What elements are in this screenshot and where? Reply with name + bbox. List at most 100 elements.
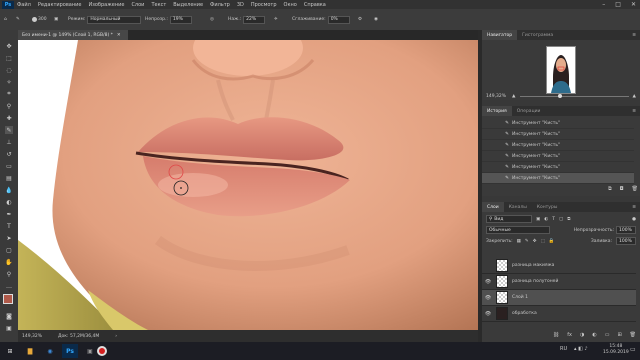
opacity-field[interactable]: 19% bbox=[169, 15, 192, 24]
type-tool-icon[interactable]: T bbox=[5, 222, 13, 230]
layer-style-icon[interactable]: fx bbox=[567, 332, 572, 340]
close-tab-icon[interactable]: ✕ bbox=[117, 33, 121, 38]
brush-preset-picker[interactable]: 300 bbox=[32, 16, 47, 23]
gradient-tool-icon[interactable]: ▤ bbox=[5, 174, 13, 182]
stamp-tool-icon[interactable]: ⊥ bbox=[5, 138, 13, 146]
blend-mode-select[interactable]: Обычные bbox=[486, 226, 550, 234]
airbrush-icon[interactable]: ✈ bbox=[274, 16, 278, 23]
layer-name[interactable]: разница макияжа bbox=[512, 263, 554, 268]
clock[interactable]: 15:48 15.09.2019 bbox=[603, 344, 629, 356]
start-icon[interactable]: ⊞ bbox=[2, 344, 18, 358]
panel-menu-icon[interactable]: ≡ bbox=[632, 33, 636, 38]
history-brush-tool-icon[interactable]: ↺ bbox=[5, 150, 13, 158]
layer-filter-select[interactable]: ⚲ Вид bbox=[486, 215, 532, 223]
move-tool-icon[interactable]: ✥ bbox=[5, 42, 13, 50]
language-indicator[interactable]: RU bbox=[560, 346, 567, 352]
record-icon[interactable] bbox=[94, 344, 110, 358]
tab-history[interactable]: История bbox=[482, 106, 512, 116]
crop-tool-icon[interactable]: ⌗ bbox=[5, 90, 13, 98]
path-select-tool-icon[interactable]: ➤ bbox=[5, 234, 13, 242]
blur-tool-icon[interactable]: 💧 bbox=[5, 186, 13, 194]
history-item[interactable]: ✎ Инструмент "Кисть" bbox=[482, 162, 634, 173]
filter-smart-icon[interactable]: ⧉ bbox=[567, 216, 570, 222]
quick-mask-icon[interactable]: ◙ bbox=[5, 312, 13, 320]
lock-pixels-icon[interactable]: ✎ bbox=[525, 239, 529, 244]
tab-channels[interactable]: Каналы bbox=[504, 202, 532, 212]
lasso-tool-icon[interactable]: ◌ bbox=[5, 66, 13, 74]
file-explorer-icon[interactable]: ▇ bbox=[22, 344, 38, 358]
tab-navigator[interactable]: Навигатор bbox=[482, 30, 518, 40]
filter-shape-icon[interactable]: ▢ bbox=[559, 217, 563, 222]
new-document-from-state-icon[interactable]: ⧉ bbox=[608, 186, 612, 195]
delete-state-icon[interactable]: 🗑 bbox=[632, 186, 638, 195]
layer-opacity-field[interactable]: 100% bbox=[616, 226, 636, 234]
status-arrow-icon[interactable]: › bbox=[115, 334, 117, 339]
smoothing-field[interactable]: 0% bbox=[327, 15, 350, 24]
history-item[interactable]: ✎ Инструмент "Кисть" bbox=[482, 151, 634, 162]
filter-pixel-icon[interactable]: ▣ bbox=[536, 217, 540, 222]
eye-icon[interactable]: 👁 bbox=[482, 295, 494, 301]
snapshot-icon[interactable]: ◘ bbox=[620, 186, 624, 195]
dodge-tool-icon[interactable]: ◐ bbox=[5, 198, 13, 206]
smoothing-settings-icon[interactable]: ⚙ bbox=[358, 16, 362, 23]
history-item[interactable]: ✎ Инструмент "Кисть" bbox=[482, 140, 634, 151]
menu-file[interactable]: Файл bbox=[17, 2, 31, 8]
zoom-slider-thumb[interactable] bbox=[557, 93, 562, 98]
shape-tool-icon[interactable]: ▢ bbox=[5, 246, 13, 254]
menu-view[interactable]: Просмотр bbox=[251, 2, 277, 8]
pressure-opacity-icon[interactable]: ◎ bbox=[210, 16, 214, 23]
zoom-tool-icon[interactable]: ⚲ bbox=[5, 270, 13, 278]
menu-type[interactable]: Текст bbox=[151, 2, 166, 8]
mode-select[interactable]: Нормальный bbox=[87, 15, 142, 24]
tray-icons[interactable]: ▴ ◧ ♪ bbox=[574, 346, 588, 352]
screen-mode-icon[interactable]: ▣ bbox=[5, 324, 13, 332]
brush-tool-icon[interactable]: ✎ bbox=[5, 126, 13, 134]
maximize-icon[interactable]: □ bbox=[615, 1, 621, 8]
layer-name[interactable]: разница полутоней bbox=[512, 279, 558, 284]
eye-icon[interactable]: 👁 bbox=[482, 279, 494, 285]
tab-actions[interactable]: Операции bbox=[512, 106, 546, 116]
navigator-zoom-value[interactable]: 149,32% bbox=[486, 94, 506, 99]
menu-image[interactable]: Изображение bbox=[88, 2, 124, 8]
brush-tool-icon[interactable]: ✎ bbox=[16, 16, 20, 23]
filter-adjust-icon[interactable]: ◐ bbox=[544, 217, 548, 222]
pressure-size-icon[interactable]: ◉ bbox=[374, 16, 378, 23]
minimize-icon[interactable]: – bbox=[602, 1, 605, 8]
eyedropper-tool-icon[interactable]: ⚲ bbox=[5, 102, 13, 110]
healing-tool-icon[interactable]: ✚ bbox=[5, 114, 13, 122]
lock-transparency-icon[interactable]: ▦ bbox=[517, 239, 521, 244]
more-tools-icon[interactable]: … bbox=[5, 282, 13, 290]
menu-3d[interactable]: 3D bbox=[237, 2, 244, 8]
panel-menu-icon[interactable]: ≡ bbox=[632, 205, 636, 210]
browser-icon[interactable]: ◉ bbox=[42, 344, 58, 358]
filter-type-icon[interactable]: T bbox=[552, 217, 555, 222]
tab-layers[interactable]: Слои bbox=[482, 202, 504, 212]
new-layer-icon[interactable]: ⊞ bbox=[617, 332, 621, 340]
new-group-icon[interactable]: ▭ bbox=[605, 332, 610, 340]
menu-window[interactable]: Окно bbox=[284, 2, 297, 8]
delete-layer-icon[interactable]: 🗑 bbox=[630, 332, 636, 340]
lock-artboard-icon[interactable]: ⬚ bbox=[540, 239, 544, 244]
tab-paths[interactable]: Контуры bbox=[532, 202, 563, 212]
layer-name[interactable]: Слой 1 bbox=[512, 295, 528, 300]
foreground-color-swatch[interactable] bbox=[3, 294, 13, 304]
menu-filter[interactable]: Фильтр bbox=[210, 2, 230, 8]
tab-histogram[interactable]: Гистограмма bbox=[517, 30, 558, 40]
panel-menu-icon[interactable]: ≡ bbox=[632, 109, 636, 114]
pen-tool-icon[interactable]: ✒ bbox=[5, 210, 13, 218]
eye-icon[interactable]: 👁 bbox=[482, 311, 494, 317]
menu-select[interactable]: Выделение bbox=[173, 2, 203, 8]
history-item[interactable]: ✎ Инструмент "Кисть" bbox=[482, 129, 634, 140]
filter-toggle-icon[interactable]: ● bbox=[632, 217, 636, 222]
layer-row-selected[interactable]: 👁 Слой 1 bbox=[482, 290, 636, 306]
history-item-current[interactable]: ✎ Инструмент "Кисть" bbox=[482, 173, 634, 184]
notifications-icon[interactable]: ▭ bbox=[630, 346, 636, 353]
canvas[interactable] bbox=[18, 40, 478, 330]
hand-tool-icon[interactable]: ✋ bbox=[5, 258, 13, 266]
status-zoom[interactable]: 149,32% bbox=[22, 334, 42, 339]
document-tab[interactable]: Без имени-1 @ 149% (Слой 1, RGB/8) * ✕ bbox=[18, 30, 128, 40]
layer-row[interactable]: 👁 разница полутоней bbox=[482, 274, 636, 290]
close-icon[interactable]: ✕ bbox=[631, 1, 636, 8]
home-icon[interactable]: ⌂ bbox=[4, 16, 7, 23]
photoshop-taskbar-icon[interactable]: Ps bbox=[62, 344, 78, 358]
